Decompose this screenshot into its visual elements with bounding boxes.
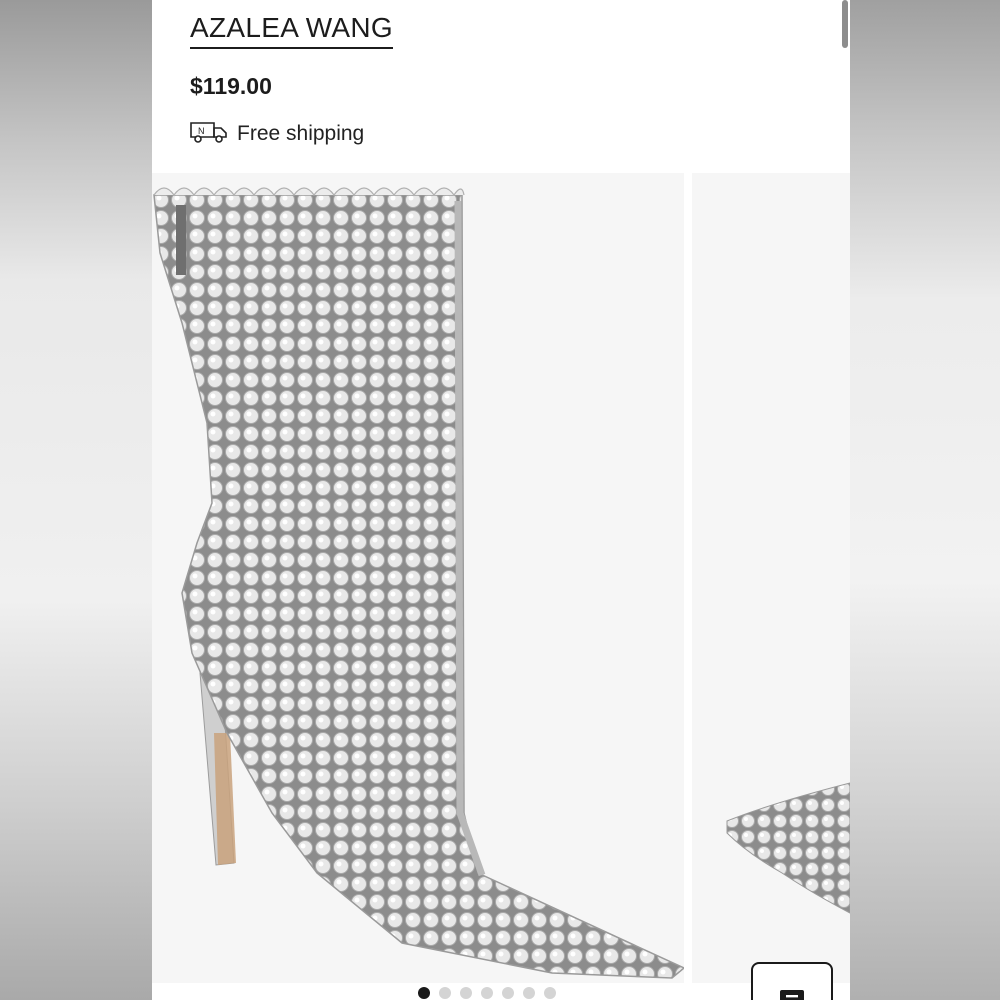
left-backdrop: [0, 0, 152, 1000]
brand-link[interactable]: AZALEA WANG: [190, 12, 393, 49]
pagination-dot[interactable]: [439, 987, 451, 999]
shipping-info: N Free shipping: [190, 117, 364, 151]
pagination-dot[interactable]: [502, 987, 514, 999]
product-page: AZALEA WANG $119.00 N Free shipping: [152, 0, 850, 1000]
bag-button[interactable]: [751, 962, 833, 1000]
carousel-pagination[interactable]: [418, 987, 556, 999]
scrollbar[interactable]: [842, 0, 848, 48]
product-image-next[interactable]: [692, 173, 850, 983]
svg-text:N: N: [198, 126, 205, 136]
pagination-dot[interactable]: [460, 987, 472, 999]
pagination-dot-active[interactable]: [418, 987, 430, 999]
product-image-carousel[interactable]: [152, 173, 850, 983]
delivery-truck-icon: N: [190, 120, 228, 149]
product-image-main[interactable]: [152, 173, 686, 983]
shipping-label: Free shipping: [237, 122, 365, 145]
product-price: $119.00: [190, 73, 272, 99]
bag-icon: [779, 986, 805, 1000]
pagination-dot[interactable]: [523, 987, 535, 999]
pagination-dot[interactable]: [481, 987, 493, 999]
right-backdrop: [850, 0, 1000, 1000]
pagination-dot[interactable]: [544, 987, 556, 999]
